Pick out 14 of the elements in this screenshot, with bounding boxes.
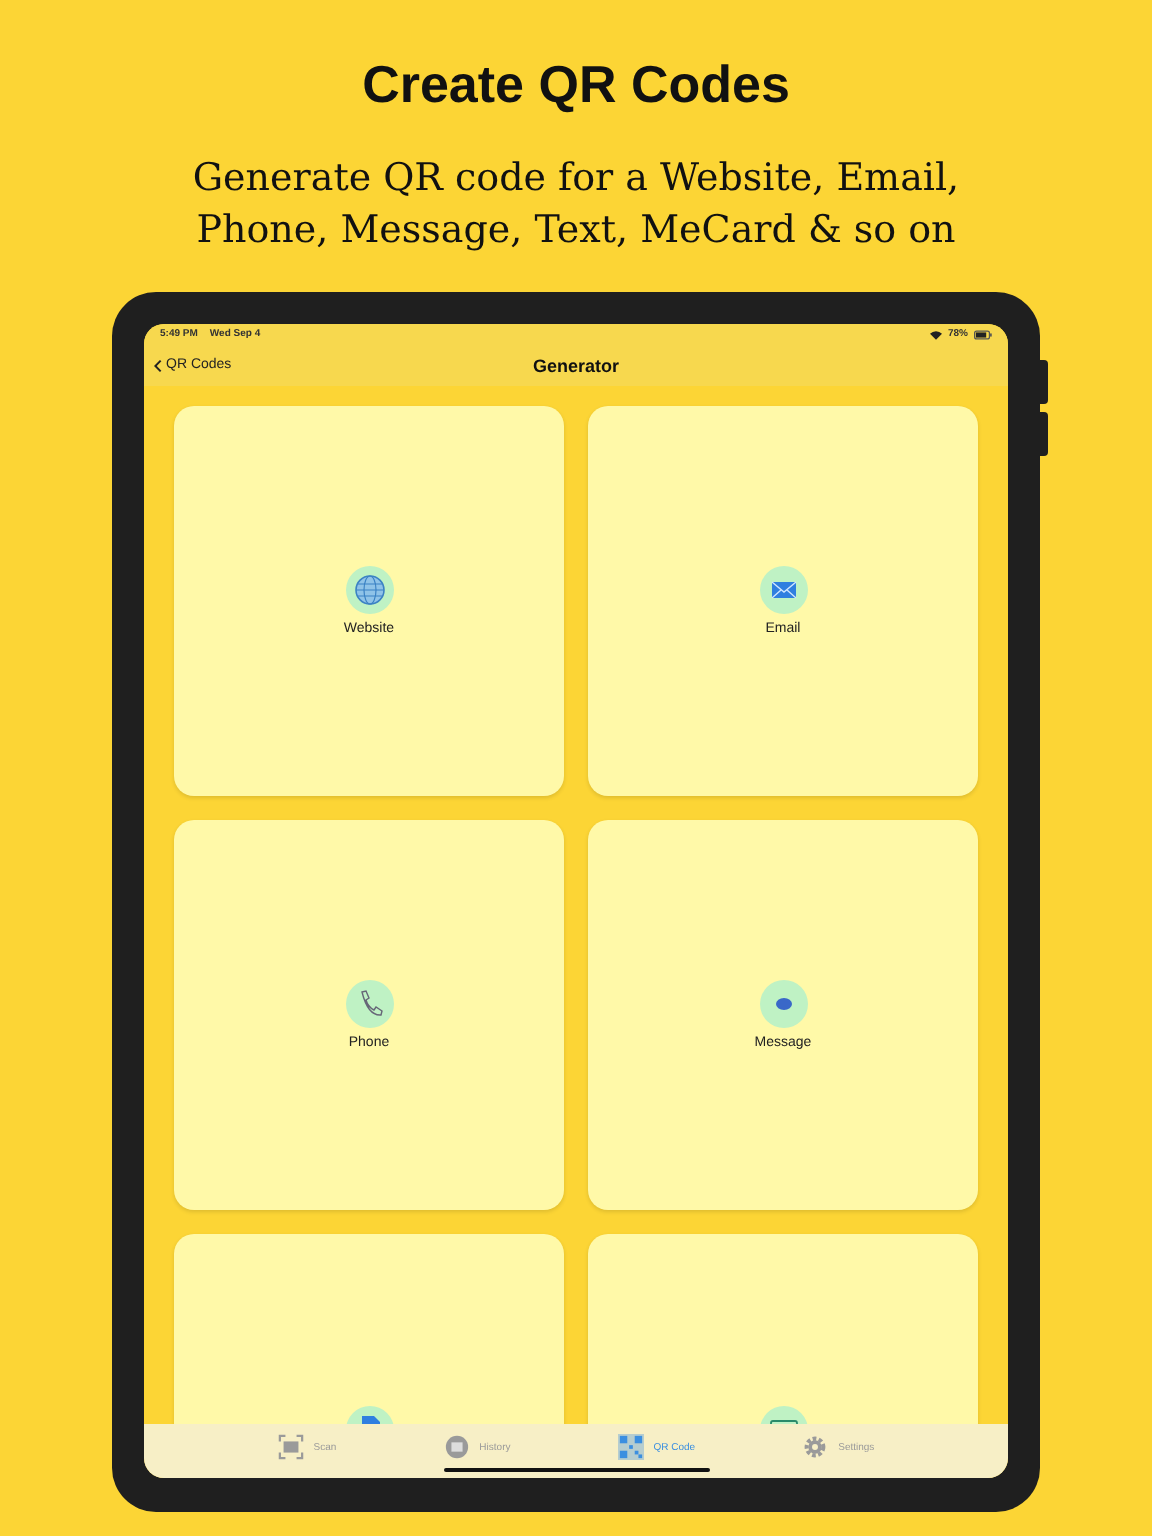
gear-icon bbox=[802, 1434, 829, 1460]
clock-icon bbox=[443, 1434, 470, 1460]
qr-icon bbox=[617, 1434, 644, 1460]
wifi-icon bbox=[929, 329, 942, 339]
bubble-icon bbox=[759, 980, 807, 1028]
chevron-left-icon bbox=[154, 357, 162, 373]
headline: Create QR Codes bbox=[362, 52, 790, 116]
globe-icon bbox=[345, 566, 393, 614]
phone-icon bbox=[345, 980, 393, 1028]
nav-title: Generator bbox=[533, 355, 619, 375]
subtitle: Generate QR code for a Website, Email, Phone, Message, Text, MeCard & so on bbox=[190, 154, 962, 256]
envelope-icon bbox=[759, 566, 807, 614]
battery-icon bbox=[974, 329, 992, 339]
scan-icon bbox=[277, 1434, 304, 1460]
